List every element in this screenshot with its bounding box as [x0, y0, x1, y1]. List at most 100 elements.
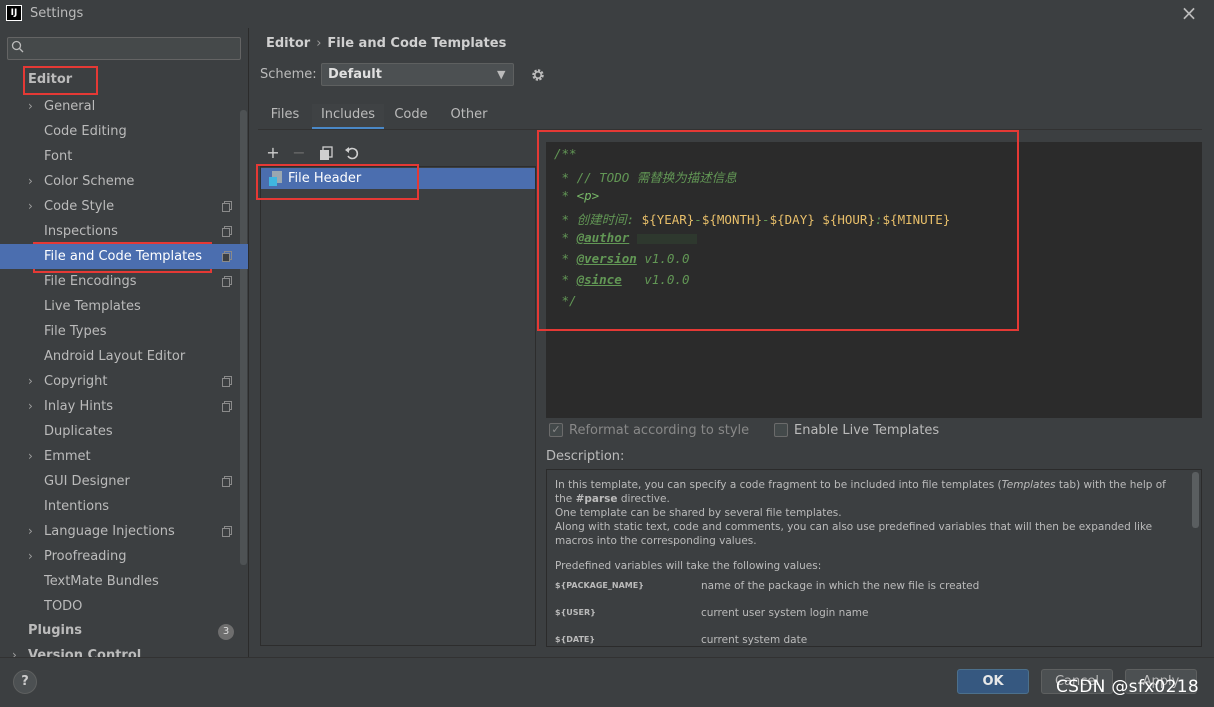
sidebar-item-label: Version Control: [28, 648, 142, 657]
remove-icon[interactable]: −: [290, 144, 308, 162]
chevron-right-icon[interactable]: ›: [28, 544, 33, 569]
sidebar-item-textmate-bundles[interactable]: TextMate Bundles: [0, 569, 248, 594]
sidebar-item-live-templates[interactable]: Live Templates: [0, 294, 248, 319]
variable-name: ${USER}: [555, 608, 596, 617]
sidebar-item-inspections[interactable]: Inspections: [0, 219, 248, 244]
highlight-box-file-header: [256, 164, 419, 200]
title-bar: IJ Settings ×: [0, 0, 1214, 28]
text: In this template, you can specify a code…: [555, 479, 1002, 491]
sidebar-item-file-types[interactable]: File Types: [0, 319, 248, 344]
template-list: [260, 166, 536, 646]
sidebar-item-label: Inlay Hints: [44, 399, 113, 414]
project-level-icon: [222, 476, 232, 487]
description-panel: In this template, you can specify a code…: [546, 469, 1202, 647]
sidebar-item-label: Proofreading: [44, 549, 127, 564]
chevron-right-icon[interactable]: ›: [28, 444, 33, 469]
sidebar-item-plugins[interactable]: Plugins: [0, 618, 248, 643]
highlight-box-editor: [23, 66, 98, 95]
sidebar-item-color-scheme[interactable]: › Color Scheme: [0, 169, 248, 194]
tab-code[interactable]: Code: [388, 104, 434, 130]
sidebar-item-label: Code Editing: [44, 124, 127, 139]
sidebar-item-label: File Encodings: [44, 274, 137, 289]
scheme-label: Scheme:: [260, 67, 317, 82]
text-strong: #parse: [575, 493, 618, 505]
scheme-dropdown[interactable]: Default: [321, 63, 514, 86]
add-icon[interactable]: +: [264, 144, 282, 162]
sidebar-item-emmet[interactable]: › Emmet: [0, 444, 248, 469]
sidebar-item-font[interactable]: Font: [0, 144, 248, 169]
gear-icon[interactable]: [530, 67, 546, 83]
sidebar-item-file-and-code-templates[interactable]: File and Code Templates: [0, 244, 248, 269]
sidebar-item-version-control[interactable]: › Version Control: [0, 643, 248, 657]
description-scrollbar[interactable]: [1192, 472, 1199, 528]
chevron-right-icon[interactable]: ›: [28, 194, 33, 219]
chevron-right-icon[interactable]: ›: [28, 519, 33, 544]
sidebar-item-todo[interactable]: TODO: [0, 594, 248, 619]
chevron-right-icon[interactable]: ›: [28, 169, 33, 194]
variable-row: ${PACKAGE_NAME} name of the package in wh…: [555, 579, 1180, 606]
tab-files[interactable]: Files: [262, 104, 308, 130]
project-level-icon: [222, 201, 232, 212]
reset-icon[interactable]: [343, 144, 361, 162]
window-title: Settings: [30, 6, 84, 21]
project-level-icon: [222, 401, 232, 412]
sidebar-item-general[interactable]: › General: [0, 94, 248, 119]
ok-button[interactable]: OK: [957, 669, 1029, 694]
sidebar-item-file-encodings[interactable]: File Encodings: [0, 269, 248, 294]
project-level-icon: [222, 276, 232, 287]
project-level-icon: [222, 376, 232, 387]
reformat-checkbox[interactable]: ✓: [549, 423, 563, 437]
project-level-icon: [222, 526, 232, 537]
project-level-icon: [222, 251, 232, 262]
sidebar-item-copyright[interactable]: › Copyright: [0, 369, 248, 394]
sidebar-item-intentions[interactable]: Intentions: [0, 494, 248, 519]
description-paragraph: One template can be shared by several fi…: [555, 507, 842, 519]
text-em: Templates: [1001, 479, 1056, 491]
search-icon: [11, 40, 24, 53]
chevron-right-icon[interactable]: ›: [28, 94, 33, 119]
sidebar-item-android-layout-editor[interactable]: Android Layout Editor: [0, 344, 248, 369]
sidebar-item-duplicates[interactable]: Duplicates: [0, 419, 248, 444]
help-button[interactable]: ?: [13, 670, 37, 694]
app-logo-icon: IJ: [6, 5, 22, 21]
copy-icon[interactable]: [317, 144, 335, 162]
chevron-right-icon[interactable]: ›: [28, 394, 33, 419]
breadcrumb: Editor › File and Code Templates: [266, 36, 506, 51]
breadcrumb-parent[interactable]: Editor: [266, 36, 310, 51]
chevron-right-icon: ›: [12, 648, 17, 657]
sidebar-divider: [248, 28, 249, 658]
sidebar-item-label: Color Scheme: [44, 174, 135, 189]
sidebar-item-label: GUI Designer: [44, 474, 130, 489]
description-label: Description:: [546, 449, 625, 464]
project-level-icon: [222, 226, 232, 237]
sidebar-item-label: File Types: [44, 324, 107, 339]
tab-other[interactable]: Other: [444, 104, 494, 130]
tab-includes[interactable]: Includes: [312, 104, 384, 130]
sidebar-item-label: Live Templates: [44, 299, 141, 314]
sidebar-item-label: Plugins: [28, 623, 82, 638]
sidebar-item-proofreading[interactable]: › Proofreading: [0, 544, 248, 569]
settings-search-input[interactable]: [7, 37, 241, 60]
breadcrumb-separator: ›: [316, 36, 322, 51]
sidebar-item-inlay-hints[interactable]: › Inlay Hints: [0, 394, 248, 419]
sidebar-item-label: TextMate Bundles: [44, 574, 159, 589]
variable-name: ${DATE}: [555, 635, 596, 644]
text: directive.: [617, 493, 670, 505]
sidebar-item-code-editing[interactable]: Code Editing: [0, 119, 248, 144]
chevron-right-icon[interactable]: ›: [28, 369, 33, 394]
description-paragraph: Predefined variables will take the follo…: [555, 560, 822, 572]
close-icon[interactable]: ×: [1178, 2, 1200, 24]
sidebar-item-label: General: [44, 99, 96, 114]
breadcrumb-current: File and Code Templates: [327, 36, 507, 51]
sidebar-item-code-style[interactable]: › Code Style: [0, 194, 248, 219]
sidebar-item-label: Emmet: [44, 449, 91, 464]
variable-desc: name of the package in which the new fil…: [701, 580, 980, 592]
sidebar-item-gui-designer[interactable]: GUI Designer: [0, 469, 248, 494]
sidebar-item-label: File and Code Templates: [44, 249, 202, 264]
description-paragraph: Along with static text, code and comment…: [555, 521, 1153, 547]
live-templates-checkbox[interactable]: [774, 423, 788, 437]
description-text: In this template, you can specify a code…: [555, 478, 1180, 646]
sidebar-item-language-injections[interactable]: › Language Injections: [0, 519, 248, 544]
sidebar-item-label: TODO: [44, 599, 83, 614]
sidebar-item-label: Code Style: [44, 199, 115, 214]
